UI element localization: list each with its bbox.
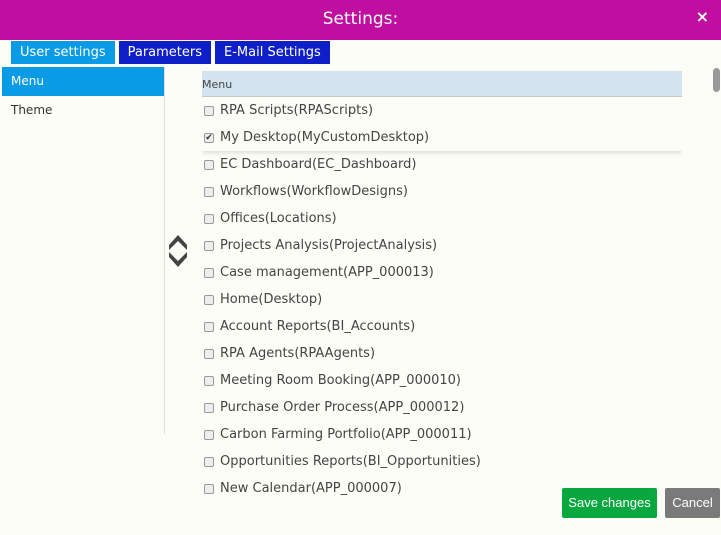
scrollbar[interactable] (712, 66, 721, 496)
checkbox[interactable] (204, 213, 214, 224)
list-item-label: Offices(Locations) (220, 211, 337, 226)
checkbox[interactable] (204, 375, 214, 386)
settings-sidebar: Menu Theme (2, 67, 165, 434)
checkbox[interactable] (204, 267, 214, 278)
checkbox[interactable] (204, 429, 214, 440)
list-item[interactable]: ✔ My Desktop(MyCustomDesktop) (202, 124, 682, 151)
list-item-label: Projects Analysis(ProjectAnalysis) (220, 238, 438, 253)
tab-email-settings[interactable]: E-Mail Settings (215, 41, 330, 64)
tab-parameters[interactable]: Parameters (118, 41, 212, 64)
checkbox[interactable] (204, 294, 214, 305)
list-item-label: Purchase Order Process(APP_000012) (220, 400, 465, 415)
list-item[interactable]: Projects Analysis(ProjectAnalysis) (202, 232, 682, 259)
list-item[interactable]: Account Reports(BI_Accounts) (202, 313, 682, 340)
checkbox[interactable] (204, 483, 214, 494)
list-item[interactable]: Case management(APP_000013) (202, 259, 682, 286)
save-changes-button[interactable]: Save changes (562, 488, 657, 518)
list-item-label: Opportunities Reports(BI_Opportunities) (220, 454, 481, 469)
list-item[interactable]: Offices(Locations) (202, 205, 682, 232)
list-item-label: RPA Agents(RPAAgents) (220, 346, 376, 361)
checkbox[interactable]: ✔ (204, 132, 214, 143)
list-item-label: Account Reports(BI_Accounts) (220, 319, 416, 334)
list-item[interactable]: RPA Scripts(RPAScripts) (202, 97, 682, 124)
list-item[interactable]: RPA Agents(RPAAgents) (202, 340, 682, 367)
checkbox[interactable] (204, 240, 214, 251)
list-item[interactable]: Opportunities Reports(BI_Opportunities) (202, 448, 682, 475)
list-item-label: RPA Scripts(RPAScripts) (220, 103, 374, 118)
cancel-button[interactable]: Cancel (665, 488, 720, 518)
checkbox[interactable] (204, 456, 214, 467)
sidebar-item-menu[interactable]: Menu (2, 67, 164, 96)
list-item[interactable]: Carbon Farming Portfolio(APP_000011) (202, 421, 682, 448)
checkbox[interactable] (204, 186, 214, 197)
list-item[interactable]: Purchase Order Process(APP_000012) (202, 394, 682, 421)
list-item[interactable]: Workflows(WorkflowDesigns) (202, 178, 682, 205)
checkbox[interactable] (204, 105, 214, 116)
sidebar-item-theme[interactable]: Theme (2, 96, 164, 125)
checkbox[interactable] (204, 321, 214, 332)
checkbox[interactable] (204, 159, 214, 170)
list-item-label: Home(Desktop) (220, 292, 323, 307)
list-item[interactable]: EC Dashboard(EC_Dashboard) (202, 151, 682, 178)
menu-list: Menu RPA Scripts(RPAScripts) ✔ My Desktop(… (202, 71, 682, 495)
list-item-label: Carbon Farming Portfolio(APP_000011) (220, 427, 472, 442)
list-item-label: Workflows(WorkflowDesigns) (220, 184, 408, 199)
list-item-label: New Calendar(APP_000007) (220, 481, 402, 495)
list-item-label: Meeting Room Booking(APP_000010) (220, 373, 461, 388)
close-icon[interactable]: × (696, 0, 709, 34)
list-item[interactable]: Home(Desktop) (202, 286, 682, 313)
dialog-titlebar: Settings: × (0, 0, 721, 40)
list-item[interactable]: Meeting Room Booking(APP_000010) (202, 367, 682, 394)
dialog-title: Settings: (322, 9, 399, 29)
sort-handle-icon[interactable] (168, 234, 188, 268)
checkbox[interactable] (204, 348, 214, 359)
tab-user-settings[interactable]: User settings (11, 41, 115, 64)
list-header: Menu (202, 71, 682, 97)
list-item-label: My Desktop(MyCustomDesktop) (220, 130, 430, 145)
list-item-label: EC Dashboard(EC_Dashboard) (220, 157, 417, 172)
tab-bar: User settings Parameters E-Mail Settings (11, 41, 330, 64)
list-item-label: Case management(APP_000013) (220, 265, 434, 280)
checkbox[interactable] (204, 402, 214, 413)
scrollbar-thumb[interactable] (713, 68, 720, 92)
